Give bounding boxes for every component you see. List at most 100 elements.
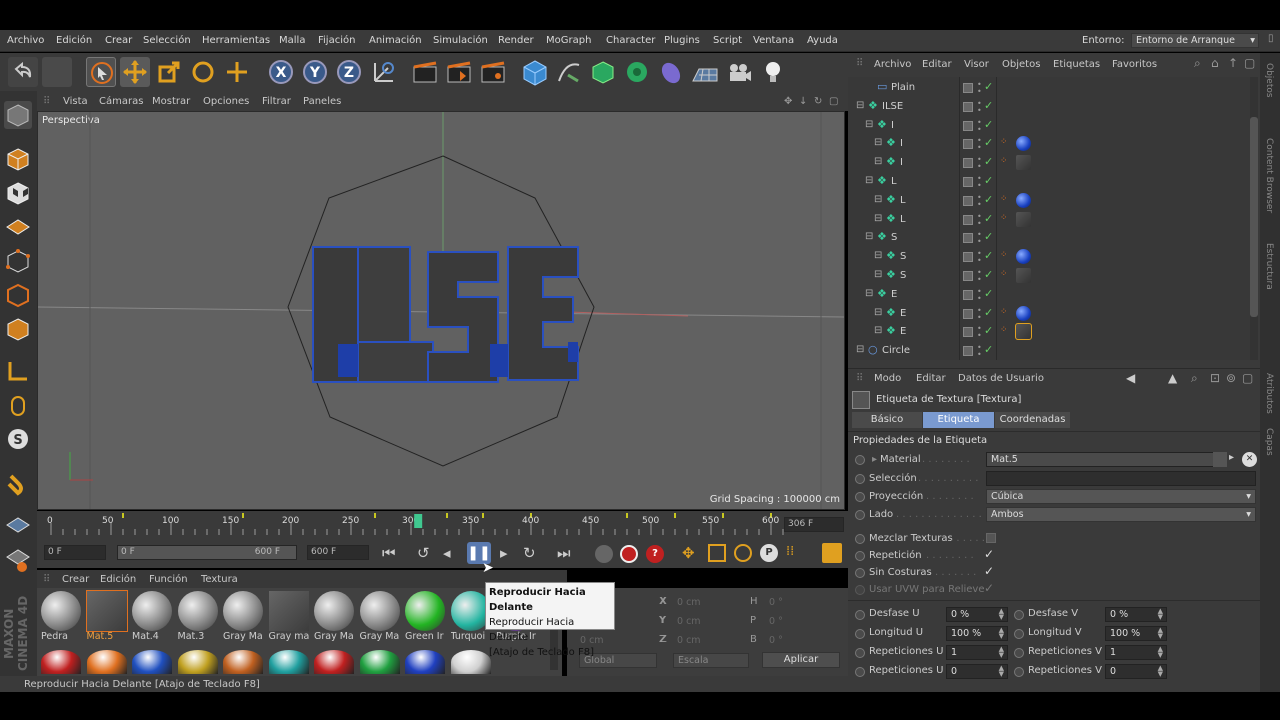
visibility-dots-icon[interactable]: • • bbox=[977, 344, 982, 359]
phong-tag-icon[interactable]: ⁘ bbox=[1000, 325, 1008, 335]
layer-icon[interactable] bbox=[963, 233, 973, 244]
anim-dot-icon[interactable] bbox=[1014, 667, 1024, 677]
side-select[interactable]: Ambos ▾ bbox=[986, 507, 1256, 522]
layer-icon[interactable] bbox=[963, 214, 973, 225]
viewport-maximize-icon[interactable]: ▢ bbox=[829, 96, 838, 107]
start-frame-field[interactable]: 0 F bbox=[44, 545, 106, 560]
key-rotation-button[interactable] bbox=[734, 544, 752, 562]
vp-menu-paneles[interactable]: Paneles bbox=[303, 96, 341, 107]
auto-key-button[interactable]: ? bbox=[646, 545, 664, 563]
am-menu-editar[interactable]: Editar bbox=[916, 373, 946, 384]
material-swatch[interactable] bbox=[86, 650, 127, 674]
anim-dot-icon[interactable] bbox=[855, 534, 865, 544]
attr-num-field[interactable]: 100 % ▲ ▼ bbox=[1105, 626, 1167, 641]
spline-pen-button[interactable] bbox=[554, 57, 584, 87]
enabled-check-icon[interactable]: ✓ bbox=[984, 136, 993, 149]
points-mode-button[interactable] bbox=[4, 247, 32, 275]
menu-herramientas[interactable]: Herramientas bbox=[202, 35, 270, 46]
layout-grip-icon[interactable]: ▯ bbox=[1268, 33, 1278, 47]
menu-malla[interactable]: Malla bbox=[279, 35, 305, 46]
render-view-button[interactable] bbox=[410, 57, 440, 87]
attr-num-field[interactable]: 100 % ▲ ▼ bbox=[946, 626, 1008, 641]
mat-menu-textura[interactable]: Textura bbox=[201, 574, 238, 585]
expand-toggle-icon[interactable]: ⊟ bbox=[874, 156, 882, 167]
cloner-button[interactable] bbox=[622, 57, 652, 87]
layer-icon[interactable] bbox=[963, 177, 973, 187]
anim-dot-icon[interactable] bbox=[855, 629, 865, 639]
timeline-ruler[interactable]: 0 50 100 150 200 250 300 350 400 450 500 550 600 306… bbox=[37, 511, 848, 540]
render-picture-viewer-button[interactable] bbox=[444, 57, 474, 87]
object-row[interactable]: ⊟ ❖ L • • ✓ ⁘ bbox=[848, 192, 1253, 210]
search-icon[interactable]: ⌕ bbox=[1194, 56, 1201, 71]
expand-toggle-icon[interactable]: ⊟ bbox=[856, 344, 864, 355]
material-link-field[interactable]: Mat.5 bbox=[986, 452, 1214, 467]
layer-icon[interactable] bbox=[963, 308, 973, 319]
mat-menu-funcion[interactable]: Función bbox=[149, 574, 188, 585]
vp-menu-mostrar[interactable]: Mostrar bbox=[152, 96, 190, 107]
visibility-dots-icon[interactable]: • • bbox=[977, 212, 982, 227]
z-axis-lock-button[interactable]: Z bbox=[334, 57, 364, 87]
lock-icon[interactable]: ⊡ bbox=[1210, 371, 1220, 385]
menu-ventana[interactable]: Ventana bbox=[753, 35, 794, 46]
cube-object-button[interactable] bbox=[520, 57, 550, 87]
visibility-dots-icon[interactable]: • • bbox=[977, 175, 982, 190]
layer-icon[interactable] bbox=[963, 120, 973, 131]
side-tab-objetos[interactable]: Objetos bbox=[1264, 63, 1274, 98]
enabled-check-icon[interactable]: ✓ bbox=[984, 99, 993, 112]
texture-tag-icon[interactable] bbox=[1016, 249, 1031, 265]
material-item[interactable]: Gray Ma bbox=[359, 591, 402, 642]
stepper-icon[interactable]: ▲ ▼ bbox=[999, 646, 1004, 659]
deformer-button[interactable] bbox=[656, 57, 686, 87]
live-select-button[interactable] bbox=[222, 57, 252, 87]
side-tab-content-browser[interactable]: Content Browser bbox=[1264, 138, 1274, 213]
attr-tab[interactable]: Coordenadas bbox=[995, 412, 1070, 428]
key-scale-button[interactable] bbox=[708, 544, 726, 562]
make-editable-button[interactable] bbox=[4, 101, 32, 129]
enabled-check-icon[interactable]: ✓ bbox=[984, 268, 993, 281]
mat-menu-edicion[interactable]: Edición bbox=[100, 574, 136, 585]
object-list-scrollbar[interactable] bbox=[1250, 77, 1258, 360]
anim-dot-icon[interactable] bbox=[1014, 610, 1024, 620]
record-button[interactable] bbox=[620, 545, 638, 563]
coord-scale-select[interactable]: Escala bbox=[673, 653, 749, 668]
anim-dot-icon[interactable] bbox=[855, 455, 865, 465]
vp-menu-filtrar[interactable]: Filtrar bbox=[262, 96, 291, 107]
range-slider[interactable]: 0 F 600 F bbox=[117, 545, 297, 560]
expand-toggle-icon[interactable]: ⊟ bbox=[874, 213, 882, 224]
key-parameter-button[interactable]: P bbox=[760, 544, 778, 562]
timeline-window-button[interactable] bbox=[822, 543, 842, 563]
visibility-dots-icon[interactable]: • • bbox=[977, 193, 982, 208]
vp-menu-opciones[interactable]: Opciones bbox=[203, 96, 249, 107]
material-item[interactable]: Mat.3 bbox=[177, 591, 220, 642]
new-window-icon[interactable]: ▢ bbox=[1242, 371, 1253, 385]
layer-icon[interactable] bbox=[963, 101, 973, 112]
anim-dot-icon[interactable] bbox=[855, 648, 865, 658]
expand-toggle-icon[interactable]: ⊟ bbox=[874, 250, 882, 261]
enabled-check-icon[interactable]: ✓ bbox=[984, 80, 993, 93]
mat-menu-crear[interactable]: Crear bbox=[62, 574, 89, 585]
timeline-playhead[interactable] bbox=[414, 514, 423, 528]
visibility-dots-icon[interactable]: • • bbox=[977, 306, 982, 321]
phong-tag-icon[interactable]: ⁘ bbox=[1000, 250, 1008, 260]
stepper-icon[interactable]: ▲ ▼ bbox=[1158, 646, 1163, 659]
phong-tag-icon[interactable]: ⁘ bbox=[1000, 213, 1008, 223]
enabled-check-icon[interactable]: ✓ bbox=[984, 174, 993, 187]
current-frame-field[interactable]: 306 F bbox=[784, 517, 844, 532]
stepper-icon[interactable]: ▲ ▼ bbox=[1158, 665, 1163, 678]
vp-menu-vista[interactable]: Vista bbox=[63, 96, 88, 107]
new-window-icon[interactable]: ▢ bbox=[1244, 56, 1255, 70]
expand-toggle-icon[interactable]: ⊟ bbox=[865, 119, 873, 130]
projection-select[interactable]: Cúbica ▾ bbox=[986, 489, 1256, 504]
attr-tab[interactable]: Básico bbox=[852, 412, 922, 428]
am-menu-modo[interactable]: Modo bbox=[874, 373, 901, 384]
expand-toggle-icon[interactable]: ⊟ bbox=[874, 269, 882, 280]
enabled-check-icon[interactable]: ✓ bbox=[984, 343, 993, 356]
phong-tag-icon[interactable]: ⁘ bbox=[1000, 137, 1008, 147]
expand-toggle-icon[interactable]: ⊟ bbox=[865, 175, 873, 186]
anim-dot-icon[interactable] bbox=[855, 474, 865, 484]
up-arrow-icon[interactable]: ↑ bbox=[1228, 56, 1238, 70]
layer-icon[interactable] bbox=[963, 271, 973, 281]
sin-costuras-checkbox[interactable]: ✓ bbox=[984, 564, 998, 578]
object-row[interactable]: ⊟ ❖ L • • ✓ bbox=[848, 173, 1253, 191]
attr-num-field[interactable]: 0 ▲ ▼ bbox=[946, 664, 1008, 679]
